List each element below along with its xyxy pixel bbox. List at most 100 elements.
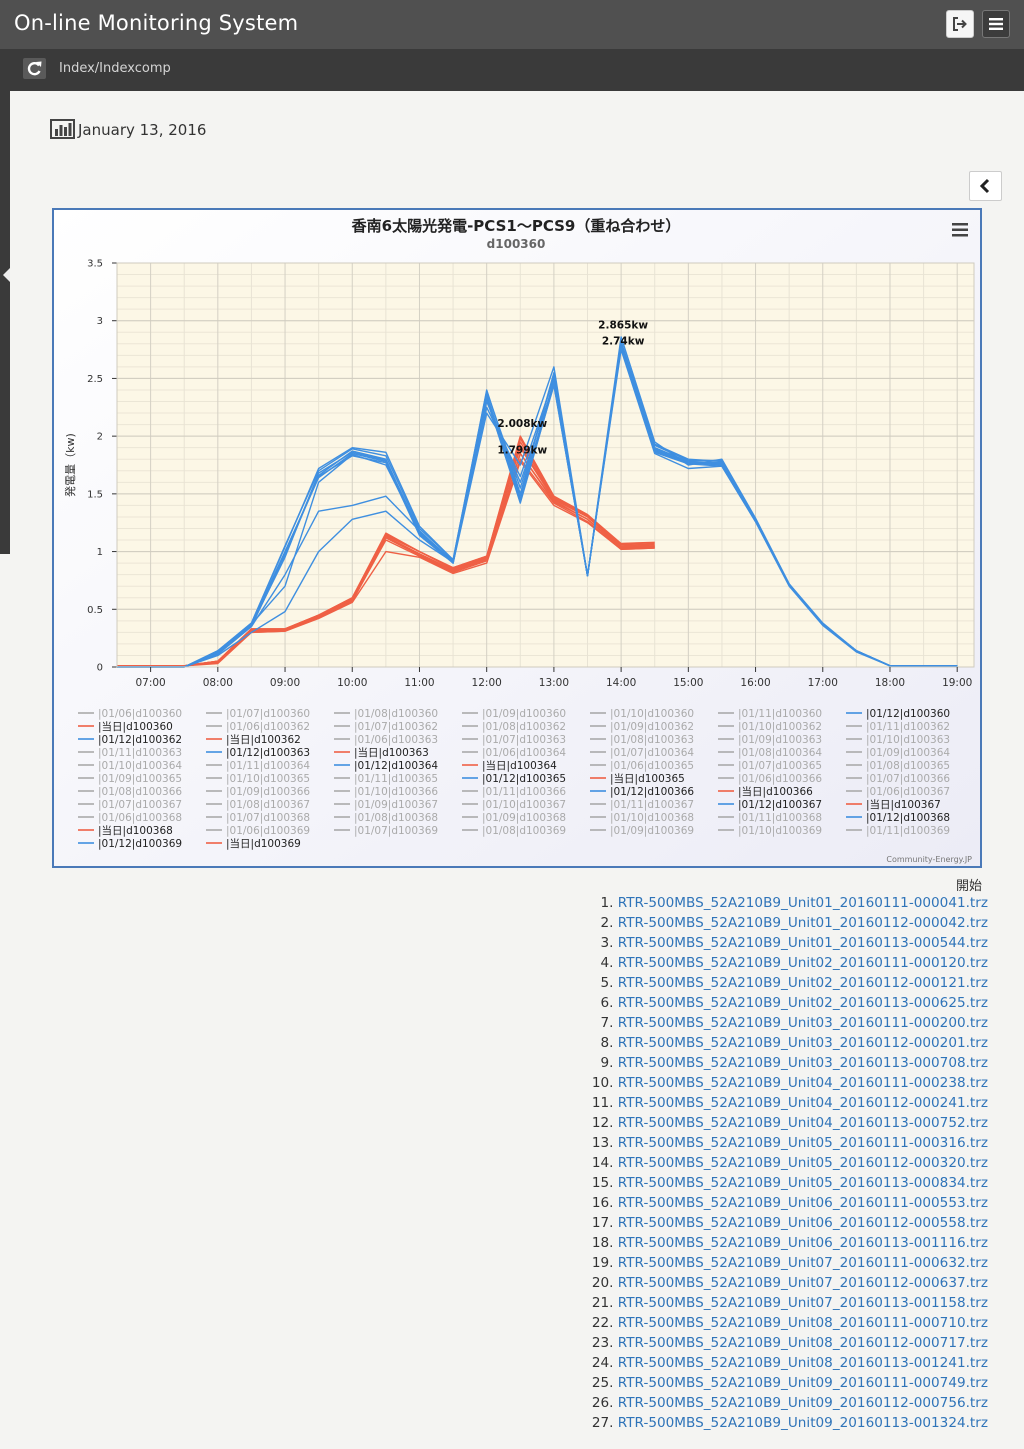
file-link[interactable]: RTR-500MBS_52A210B9_Unit09_20160112-0007…: [618, 1395, 988, 1411]
file-link[interactable]: RTR-500MBS_52A210B9_Unit03_20160112-0002…: [618, 1035, 988, 1051]
file-list-number: 22.: [591, 1315, 618, 1331]
legend-label: |01/06|d100369: [226, 825, 310, 837]
legend-label: |01/08|d100369: [482, 825, 566, 837]
file-link[interactable]: RTR-500MBS_52A210B9_Unit07_20160112-0006…: [618, 1275, 988, 1291]
file-link[interactable]: RTR-500MBS_52A210B9_Unit05_20160113-0008…: [618, 1175, 988, 1191]
file-list-number: 27.: [591, 1415, 618, 1431]
chart-menu-icon[interactable]: [952, 223, 968, 237]
x-tick-label: 19:00: [942, 677, 972, 689]
file-list-number: 17.: [591, 1215, 618, 1231]
file-link[interactable]: RTR-500MBS_52A210B9_Unit01_20160111-0000…: [618, 895, 988, 911]
legend-label: |01/12|d100362: [98, 734, 182, 746]
legend-label: |01/11|d100369: [866, 825, 950, 837]
file-list-item: 24. RTR-500MBS_52A210B9_Unit08_20160113-…: [0, 1353, 988, 1373]
legend-label: |01/12|d100360: [866, 708, 950, 720]
x-tick-label: 17:00: [808, 677, 838, 689]
file-list-item: 6. RTR-500MBS_52A210B9_Unit02_20160113-0…: [0, 993, 989, 1013]
file-list-item: 21. RTR-500MBS_52A210B9_Unit07_20160113-…: [0, 1293, 988, 1313]
file-link[interactable]: RTR-500MBS_52A210B9_Unit04_20160111-0002…: [618, 1075, 988, 1091]
legend-label: |当日|d100369: [226, 837, 301, 850]
legend-label: |01/12|d100367: [738, 799, 822, 811]
legend-label: |01/07|d100366: [866, 773, 950, 785]
data-label: 2.865kw: [598, 319, 648, 331]
legend-label: |当日|d100362: [226, 733, 301, 746]
file-list-item: 16. RTR-500MBS_52A210B9_Unit06_20160111-…: [0, 1193, 988, 1213]
file-list-item: 20. RTR-500MBS_52A210B9_Unit07_20160112-…: [0, 1273, 988, 1293]
file-link[interactable]: RTR-500MBS_52A210B9_Unit01_20160113-0005…: [618, 935, 988, 951]
legend-label: |当日|d100367: [866, 798, 941, 811]
legend-label: |当日|d100360: [98, 720, 173, 733]
file-link[interactable]: RTR-500MBS_52A210B9_Unit07_20160111-0006…: [618, 1255, 988, 1271]
file-link[interactable]: RTR-500MBS_52A210B9_Unit02_20160111-0001…: [618, 955, 988, 971]
file-link[interactable]: RTR-500MBS_52A210B9_Unit08_20160113-0012…: [618, 1355, 988, 1371]
chart-credit: Community-Energy.JP: [886, 855, 972, 864]
file-list-number: 9.: [600, 1055, 618, 1071]
app-title: On-line Monitoring System: [14, 11, 299, 35]
chart-menu-button[interactable]: [947, 220, 973, 242]
legend-label: |01/08|d100367: [226, 799, 310, 811]
y-tick-label: 3: [97, 316, 103, 327]
legend-label: |01/12|d100365: [482, 773, 566, 785]
file-list-number: 15.: [591, 1175, 618, 1191]
file-link[interactable]: RTR-500MBS_52A210B9_Unit06_20160111-0005…: [618, 1195, 988, 1211]
file-list-item: 12. RTR-500MBS_52A210B9_Unit04_20160113-…: [0, 1113, 988, 1133]
file-link[interactable]: RTR-500MBS_52A210B9_Unit03_20160113-0007…: [618, 1055, 988, 1071]
file-link[interactable]: RTR-500MBS_52A210B9_Unit06_20160113-0011…: [618, 1235, 988, 1251]
pcs-power-chart: 0 0.5 1 1.5 2 2.5 3 3.5 07:00 08:00 09:00 10:00 11:0…: [52, 208, 982, 868]
report-date: January 13, 2016: [78, 121, 207, 139]
file-link[interactable]: RTR-500MBS_52A210B9_Unit05_20160111-0003…: [618, 1135, 988, 1151]
legend-label: |01/08|d100363: [610, 734, 694, 746]
file-list-number: 21.: [591, 1295, 618, 1311]
file-link[interactable]: RTR-500MBS_52A210B9_Unit09_20160111-0007…: [618, 1375, 988, 1391]
collapse-panel-button[interactable]: [969, 171, 1002, 201]
logout-button[interactable]: [946, 10, 974, 38]
main-menu-button[interactable]: [982, 10, 1010, 38]
file-link[interactable]: RTR-500MBS_52A210B9_Unit08_20160111-0007…: [618, 1315, 988, 1331]
file-link[interactable]: RTR-500MBS_52A210B9_Unit04_20160112-0002…: [618, 1095, 988, 1111]
file-list-number: 10.: [591, 1075, 618, 1091]
legend-label: |01/08|d100360: [354, 708, 438, 720]
breadcrumb: Index/Indexcomp: [59, 61, 171, 76]
file-list-number: 26.: [591, 1395, 618, 1411]
legend-label: |01/11|d100368: [738, 812, 822, 824]
x-tick-label: 07:00: [135, 677, 165, 689]
legend-label: |01/07|d100362: [354, 721, 438, 733]
file-link[interactable]: RTR-500MBS_52A210B9_Unit02_20160113-0006…: [618, 995, 988, 1011]
y-tick-label: 1.5: [87, 489, 103, 500]
file-link[interactable]: RTR-500MBS_52A210B9_Unit07_20160113-0011…: [618, 1295, 988, 1311]
file-link[interactable]: RTR-500MBS_52A210B9_Unit09_20160113-0013…: [618, 1415, 988, 1431]
file-list-number: 8.: [600, 1035, 618, 1051]
file-link[interactable]: RTR-500MBS_52A210B9_Unit03_20160111-0002…: [618, 1015, 988, 1031]
file-list-number: 14.: [591, 1155, 618, 1171]
y-tick-label: 0: [97, 663, 103, 674]
refresh-button[interactable]: [23, 58, 46, 79]
file-list-number: 12.: [591, 1115, 618, 1131]
legend-label: |01/11|d100364: [226, 760, 310, 772]
file-list-number: 23.: [591, 1335, 618, 1351]
file-link[interactable]: RTR-500MBS_52A210B9_Unit01_20160112-0000…: [618, 915, 988, 931]
legend-label: |01/09|d100369: [610, 825, 694, 837]
file-link[interactable]: RTR-500MBS_52A210B9_Unit05_20160112-0003…: [618, 1155, 988, 1171]
file-list-number: 1.: [600, 895, 618, 911]
file-list-item: 3. RTR-500MBS_52A210B9_Unit01_20160113-0…: [0, 933, 989, 953]
file-list-item: 25. RTR-500MBS_52A210B9_Unit09_20160111-…: [0, 1373, 988, 1393]
sidebar-expand-icon[interactable]: [3, 268, 10, 282]
file-list-number: 18.: [591, 1235, 618, 1251]
legend-label: |01/06|d100366: [738, 773, 822, 785]
legend-label: |01/12|d100366: [610, 786, 694, 798]
file-list-item: 2. RTR-500MBS_52A210B9_Unit01_20160112-0…: [0, 913, 989, 933]
x-tick-label: 12:00: [472, 677, 502, 689]
file-link[interactable]: RTR-500MBS_52A210B9_Unit02_20160112-0001…: [618, 975, 988, 991]
legend-label: |01/12|d100368: [866, 812, 950, 824]
plot-area: [117, 263, 974, 667]
legend-label: |01/09|d100364: [866, 747, 950, 759]
sidebar-toggle-rail[interactable]: [0, 49, 10, 554]
legend-label: |01/07|d100365: [738, 760, 822, 772]
legend-label: |01/09|d100367: [354, 799, 438, 811]
refresh-icon: [27, 61, 42, 76]
legend-label: |01/12|d100364: [354, 760, 438, 772]
file-link[interactable]: RTR-500MBS_52A210B9_Unit06_20160112-0005…: [618, 1215, 988, 1231]
file-link[interactable]: RTR-500MBS_52A210B9_Unit04_20160113-0007…: [618, 1115, 988, 1131]
file-link[interactable]: RTR-500MBS_52A210B9_Unit08_20160112-0007…: [618, 1335, 988, 1351]
y-tick-label: 0.5: [87, 605, 103, 616]
